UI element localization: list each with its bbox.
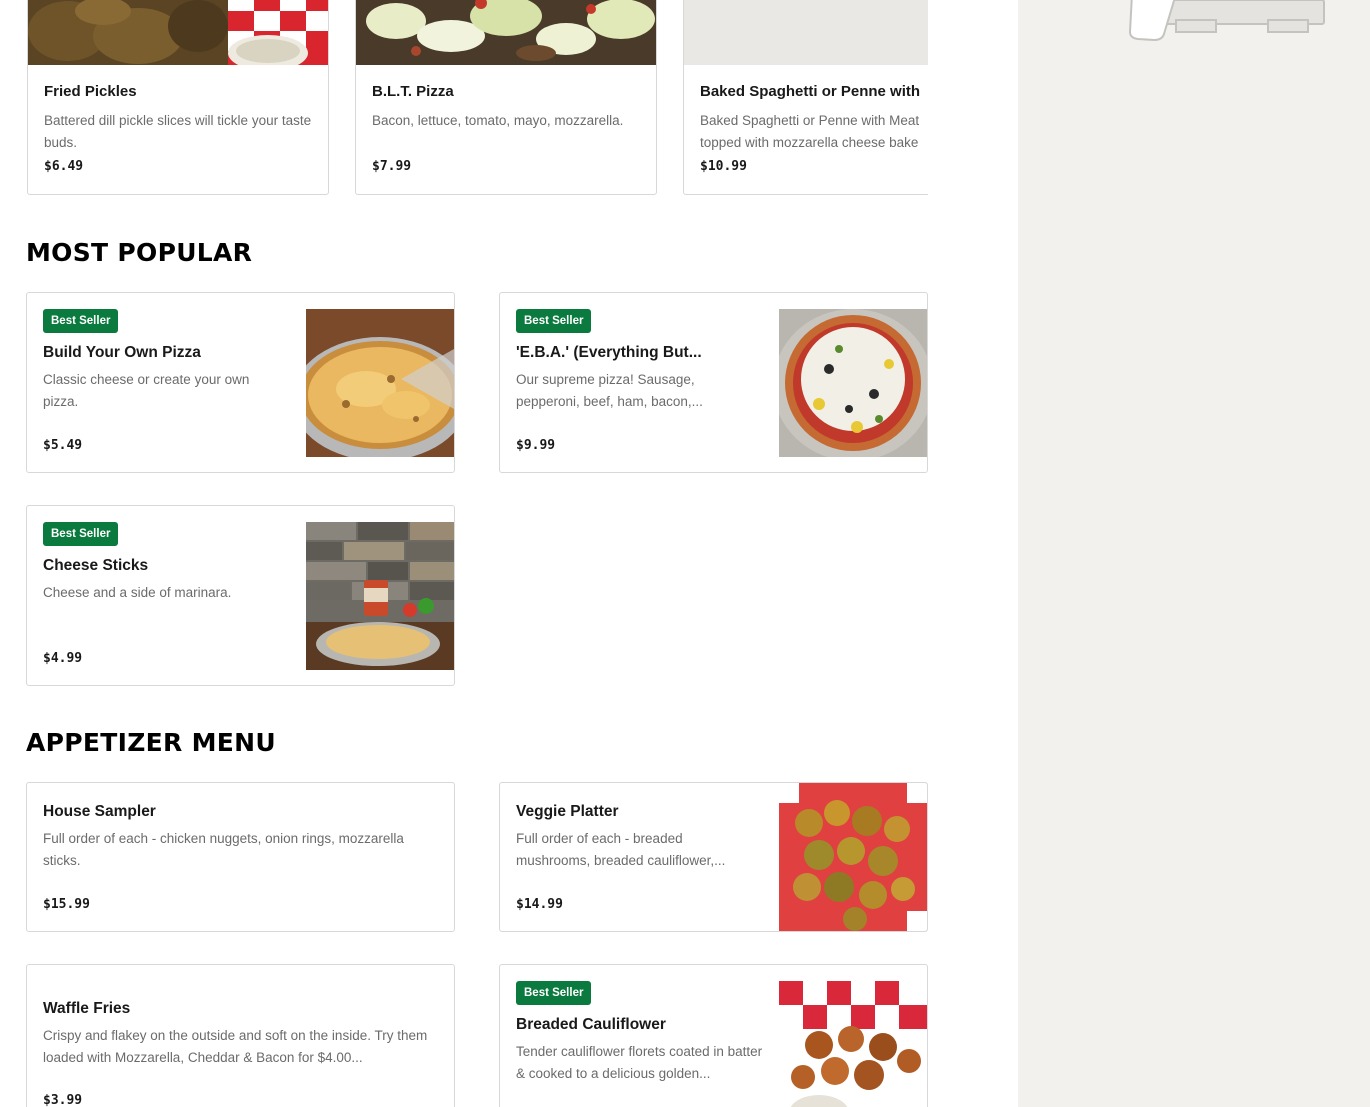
carousel-item-price: $6.49 xyxy=(44,159,84,174)
carousel-item-fried-pickles[interactable]: Fried Pickles Battered dill pickle slice… xyxy=(27,0,329,195)
menu-item-name: Waffle Fries xyxy=(43,1000,131,1017)
menu-item-price: $14.99 xyxy=(516,897,563,912)
menu-item-name: Breaded Cauliflower xyxy=(516,1016,666,1033)
menu-item-price: $3.99 xyxy=(43,1093,83,1107)
menu-item-name: 'E.B.A.' (Everything But... xyxy=(516,344,702,361)
best-seller-badge: Best Seller xyxy=(43,522,119,546)
fried-pickles-image xyxy=(28,0,328,65)
order-sidebar xyxy=(1018,0,1370,1107)
empty-bag-illustration xyxy=(1126,0,1336,49)
menu-item-price: $9.99 xyxy=(516,438,556,453)
carousel-item-description: Bacon, lettuce, tomato, mayo, mozzarella… xyxy=(372,113,624,128)
menu-item-price: $5.49 xyxy=(43,438,83,453)
menu-item-house-sampler[interactable]: House Sampler Full order of each - chick… xyxy=(26,782,455,932)
carousel-item-name: Fried Pickles xyxy=(44,83,137,100)
best-seller-badge: Best Seller xyxy=(516,981,592,1005)
menu-item-description: Our supreme pizza! Sausage, pepperoni, b… xyxy=(516,372,703,409)
carousel-item-price: $10.99 xyxy=(700,159,747,174)
menu-item-description: Cheese and a side of marinara. xyxy=(43,585,232,600)
menu-item-description: Classic cheese or create your own pizza. xyxy=(43,372,250,409)
menu-item-veggie-platter[interactable]: Veggie Platter Full order of each - brea… xyxy=(499,782,928,932)
best-seller-badge: Best Seller xyxy=(43,309,119,333)
veggie-platter-image xyxy=(779,783,927,931)
menu-item-name: Build Your Own Pizza xyxy=(43,344,201,361)
carousel-item-name: B.L.T. Pizza xyxy=(372,83,454,100)
menu-item-description: Full order of each - chicken nuggets, on… xyxy=(43,831,404,868)
carousel-item-name: Baked Spaghetti or Penne with xyxy=(700,83,921,100)
carousel-item-blt-pizza[interactable]: B.L.T. Pizza Bacon, lettuce, tomato, may… xyxy=(355,0,657,195)
menu-item-name: House Sampler xyxy=(43,803,156,820)
carousel-item-price: $7.99 xyxy=(372,159,412,174)
carousel-item-description: Battered dill pickle slices will tickle … xyxy=(44,113,312,150)
menu-item-name: Veggie Platter xyxy=(516,803,619,820)
menu-content: Fried Pickles Battered dill pickle slice… xyxy=(0,0,1018,1107)
carousel-item-baked-spaghetti[interactable]: Baked Spaghetti or Penne with Baked Spag… xyxy=(683,0,928,195)
menu-item-waffle-fries[interactable]: Waffle Fries Crispy and flakey on the ou… xyxy=(26,964,455,1107)
build-your-own-pizza-image xyxy=(306,309,454,457)
menu-item-description: Crispy and flakey on the outside and sof… xyxy=(43,1028,428,1065)
menu-item-description: Full order of each - breaded mushrooms, … xyxy=(516,831,726,868)
menu-item-breaded-cauliflower[interactable]: Best Seller Breaded Cauliflower Tender c… xyxy=(499,964,928,1107)
blt-pizza-image xyxy=(356,0,656,65)
menu-item-eba-pizza[interactable]: Best Seller 'E.B.A.' (Everything But... … xyxy=(499,292,928,473)
section-title-appetizer-menu: APPETIZER MENU xyxy=(26,728,276,757)
menu-item-name: Cheese Sticks xyxy=(43,557,149,574)
image-placeholder xyxy=(684,0,928,65)
eba-pizza-image xyxy=(779,309,927,457)
carousel-item-description: topped with mozzarella cheese bake xyxy=(700,135,919,150)
breaded-cauliflower-image xyxy=(779,981,927,1107)
cheese-sticks-image xyxy=(306,522,454,670)
menu-item-description: Tender cauliflower florets coated in bat… xyxy=(516,1044,763,1081)
featured-carousel: Fried Pickles Battered dill pickle slice… xyxy=(27,0,928,195)
best-seller-badge: Best Seller xyxy=(516,309,592,333)
menu-item-build-your-own-pizza[interactable]: Best Seller Build Your Own Pizza Classic… xyxy=(26,292,455,473)
menu-item-price: $15.99 xyxy=(43,897,90,912)
carousel-item-description: Baked Spaghetti or Penne with Meat xyxy=(700,113,920,128)
section-title-most-popular: MOST POPULAR xyxy=(26,238,253,267)
menu-item-cheese-sticks[interactable]: Best Seller Cheese Sticks Cheese and a s… xyxy=(26,505,455,686)
menu-item-price: $4.99 xyxy=(43,651,83,666)
